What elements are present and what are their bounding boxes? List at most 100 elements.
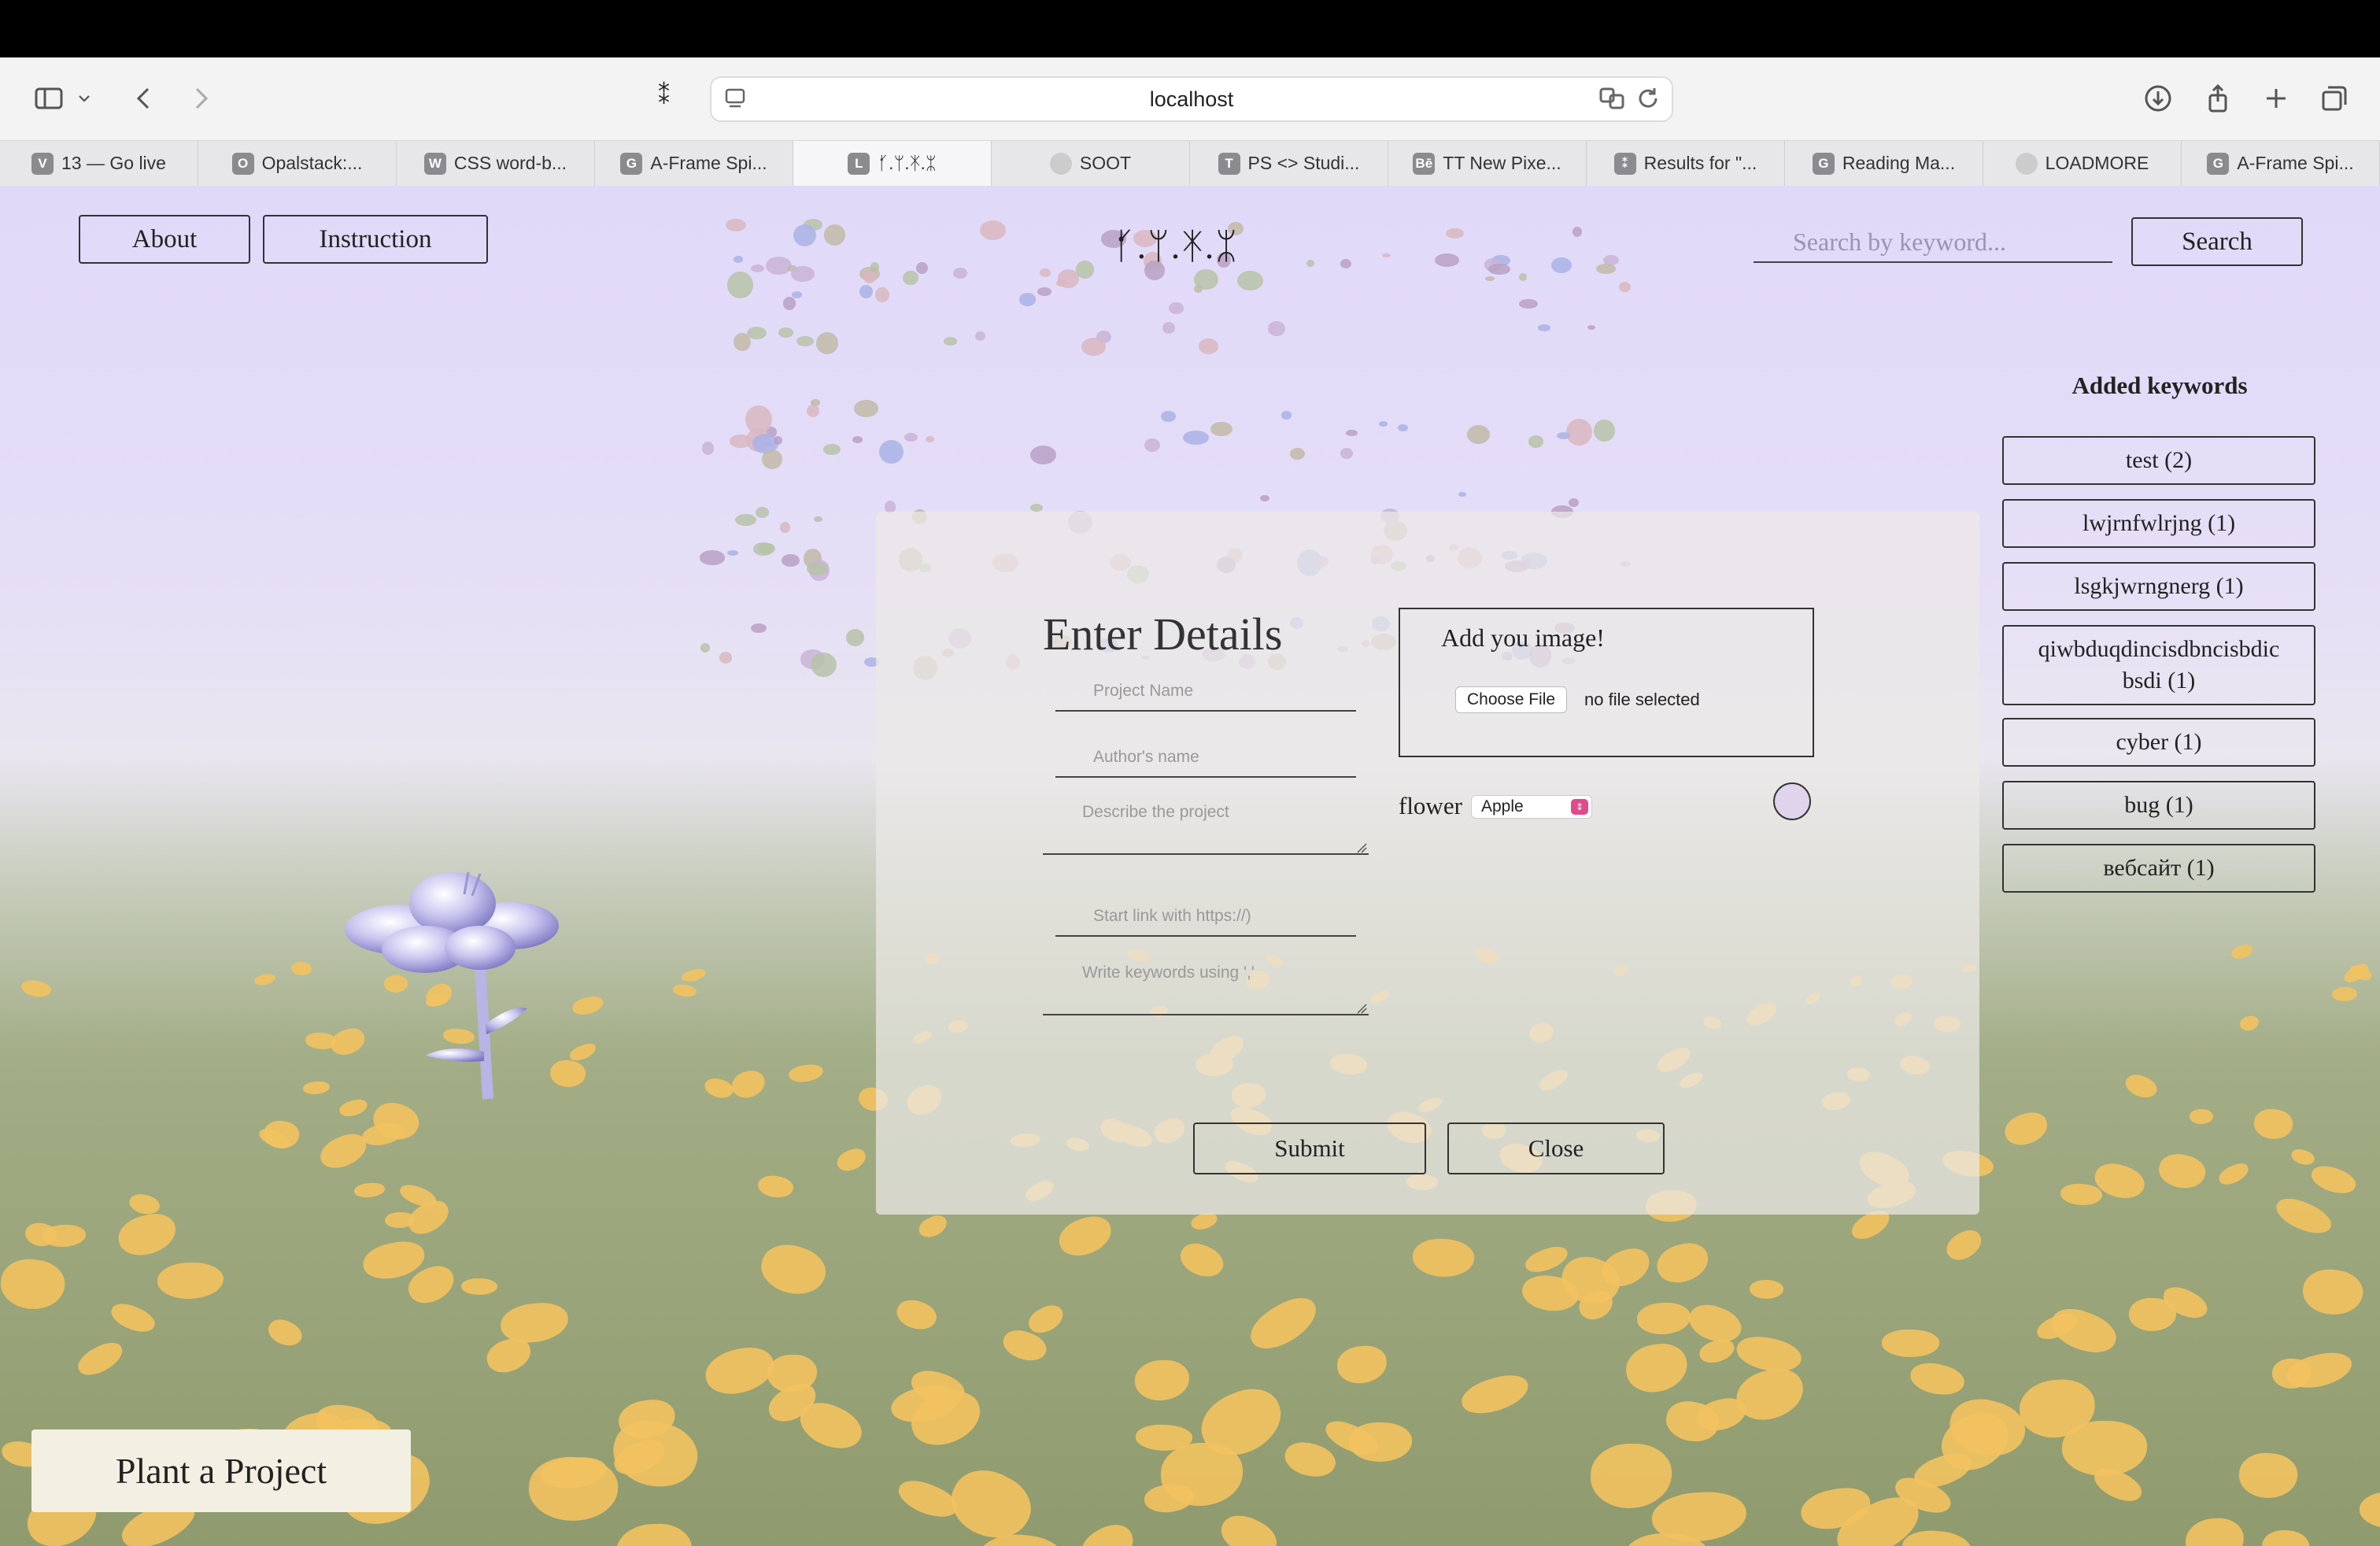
flower-select[interactable]: Apple ⇕ — [1471, 795, 1592, 819]
sidebar-toggle-icon[interactable] — [28, 78, 69, 119]
tab-favicon-icon — [2015, 152, 2038, 175]
falling-petal — [745, 405, 772, 435]
tab-label: CSS word-b... — [453, 153, 567, 173]
resize-handle-icon[interactable] — [1356, 842, 1367, 853]
close-button[interactable]: Close — [1447, 1123, 1665, 1174]
falling-petal — [701, 442, 715, 456]
color-picker[interactable] — [1773, 782, 1811, 820]
falling-petal — [1519, 298, 1538, 309]
falling-petal — [814, 516, 822, 522]
chevron-down-icon[interactable] — [72, 78, 96, 119]
browser-tab[interactable]: T PS <> Studi... — [1190, 141, 1388, 186]
tab-favicon-icon: Bē — [1413, 152, 1436, 175]
browser-tab[interactable]: G A-Frame Spi... — [595, 141, 793, 186]
browser-tab[interactable]: G Reading Ma... — [1785, 141, 1983, 186]
about-button[interactable]: About — [79, 215, 250, 264]
tab-overview-icon[interactable] — [2314, 78, 2355, 119]
falling-petal — [1398, 423, 1409, 432]
translate-icon[interactable] — [1598, 84, 1626, 113]
choose-file-button[interactable]: Choose File — [1455, 686, 1568, 713]
ground-flower-patch — [702, 1074, 736, 1102]
ground-flower-patch — [893, 1295, 941, 1335]
browser-tab[interactable]: LOADMORE — [1983, 141, 2182, 186]
ground-flower-patch — [2216, 1160, 2252, 1188]
falling-petal — [759, 542, 776, 555]
keyword-item[interactable]: cyber (1) — [2002, 718, 2315, 767]
ground-flower-patch — [755, 1237, 832, 1302]
select-arrows-icon: ⇕ — [1571, 799, 1588, 815]
browser-tab[interactable]: W CSS word-b... — [397, 141, 595, 186]
browser-tab[interactable]: V 13 — Go live — [0, 141, 198, 186]
site-logo: ᚶ.ᛘ.ᛡ.ᛯ — [1114, 226, 1239, 266]
falling-petal — [726, 549, 739, 556]
resize-handle-icon[interactable] — [1356, 1003, 1367, 1014]
tab-label: SOOT — [1079, 153, 1132, 173]
ground-flower-patch — [1637, 1301, 1692, 1335]
ground-flower-patch — [2001, 1108, 2052, 1150]
falling-petal — [1281, 411, 1292, 420]
falling-petal — [773, 436, 783, 445]
keyword-item[interactable]: test (2) — [2002, 436, 2315, 485]
author-name-field[interactable] — [1055, 738, 1356, 778]
search-button[interactable]: Search — [2131, 217, 2303, 266]
falling-petal — [979, 220, 1007, 241]
instruction-button[interactable]: Instruction — [263, 215, 488, 264]
page-menu-icon[interactable] — [722, 86, 748, 111]
keyword-item[interactable]: qiwbduqdincisdbncisbdic bsdi (1) — [2002, 625, 2315, 705]
keyword-item[interactable]: вебсайт (1) — [2002, 844, 2315, 893]
submit-button[interactable]: Submit — [1193, 1123, 1426, 1174]
falling-petal — [1144, 438, 1161, 453]
browser-tab[interactable]: L ᚶ.ᛘ.ᛡ.ᛯ — [793, 141, 992, 186]
ground-flower-patch — [360, 1120, 405, 1148]
falling-petal — [810, 653, 837, 678]
reload-icon[interactable] — [1634, 84, 1662, 113]
falling-petal — [1484, 276, 1495, 282]
description-textarea[interactable] — [1043, 792, 1369, 855]
ground-flower-patch — [1281, 1437, 1340, 1483]
tab-favicon-icon — [1049, 152, 1072, 175]
share-icon[interactable] — [2197, 78, 2238, 119]
ground-flower-patch — [20, 978, 53, 1000]
ground-flower-patch — [498, 1300, 570, 1345]
keywords-textarea[interactable] — [1043, 952, 1369, 1015]
forward-icon[interactable] — [179, 78, 220, 119]
browser-tab[interactable]: Bē TT New Pixe... — [1388, 141, 1587, 186]
link-field[interactable] — [1055, 897, 1356, 937]
url-text: localhost — [1149, 87, 1234, 111]
back-icon[interactable] — [124, 78, 165, 119]
project-name-field[interactable] — [1055, 672, 1356, 712]
browser-tab[interactable]: G A-Frame Spi... — [2182, 141, 2380, 186]
browser-tab[interactable]: ⁑ Results for "... — [1587, 141, 1785, 186]
falling-petal — [915, 261, 929, 275]
falling-petal — [975, 331, 986, 341]
browser-tab[interactable]: SOOT — [992, 141, 1190, 186]
falling-petal — [859, 284, 873, 298]
falling-petal — [1618, 282, 1631, 293]
falling-petal — [1568, 497, 1579, 508]
keyword-item[interactable]: lwjrnfwlrjng (1) — [2002, 499, 2315, 548]
keyword-item[interactable]: lsgkjwrngnerg (1) — [2002, 562, 2315, 611]
flower-model-image — [345, 871, 559, 1100]
falling-petal — [734, 514, 756, 526]
keyword-item[interactable]: bug (1) — [2002, 781, 2315, 830]
plant-project-button[interactable]: Plant a Project — [31, 1429, 411, 1512]
tab-label: Opalstack:... — [261, 153, 363, 173]
address-bar[interactable]: localhost — [710, 76, 1673, 122]
falling-petal — [1340, 447, 1354, 459]
search-input[interactable] — [1754, 222, 2112, 263]
ground-flower-patch — [1243, 1289, 1324, 1359]
ground-flower-patch — [1623, 1340, 1691, 1396]
falling-petal — [1565, 418, 1593, 446]
browser-tab[interactable]: O Opalstack:... — [198, 141, 397, 186]
ground-flower-patch — [2045, 1300, 2123, 1362]
falling-petal — [779, 522, 791, 533]
ground-flower-patch — [1054, 1211, 1117, 1262]
falling-petal — [1551, 257, 1572, 273]
falling-petal — [791, 290, 803, 298]
falling-petal — [1467, 424, 1491, 444]
download-icon[interactable] — [2138, 78, 2179, 119]
tab-label: PS <> Studi... — [1247, 153, 1360, 173]
falling-petal — [1378, 421, 1388, 427]
new-tab-icon[interactable] — [2256, 78, 2297, 119]
ground-flower-patch — [2229, 942, 2255, 962]
